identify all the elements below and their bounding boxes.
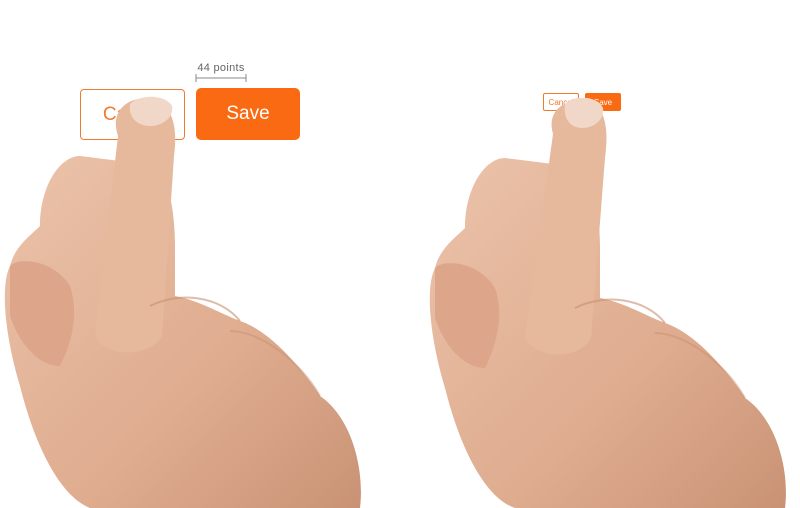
- measurement-label: 44 points: [197, 62, 245, 74]
- measurement-indicator: 44 points: [192, 62, 250, 82]
- pointing-hand-icon: [429, 98, 786, 508]
- dimension-line: [195, 74, 247, 82]
- pointing-hand-icon: [4, 96, 361, 508]
